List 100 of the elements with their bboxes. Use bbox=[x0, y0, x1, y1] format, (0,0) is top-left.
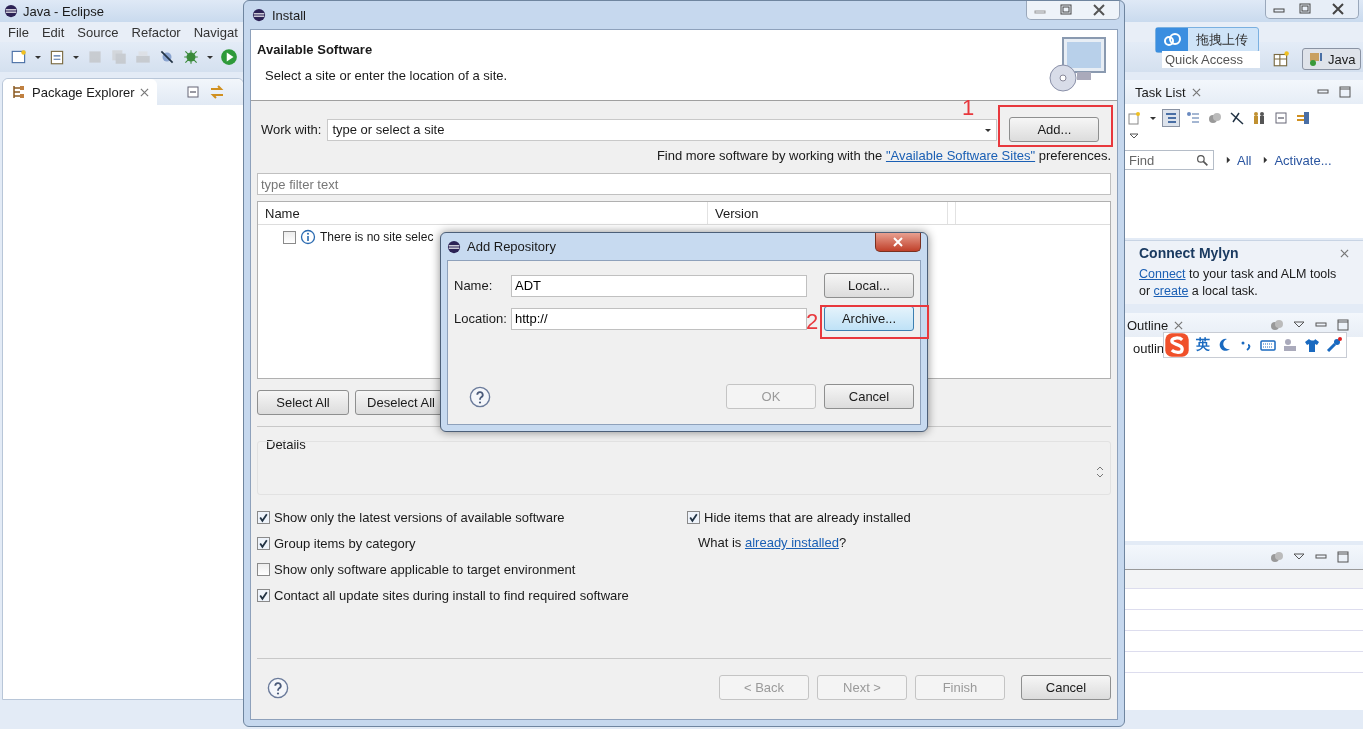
menu-item[interactable]: Edit bbox=[41, 24, 65, 40]
dialog-heading: Available Software bbox=[257, 42, 374, 57]
quick-access-field[interactable]: Quick Access bbox=[1162, 51, 1260, 68]
dialog-subtitle: Select a site or enter the location of a site. bbox=[264, 68, 508, 83]
expand-triangle-icon bbox=[1226, 156, 1231, 164]
computer-cd-icon bbox=[1047, 34, 1107, 94]
option-label: Group items by category bbox=[274, 535, 416, 551]
java-perspective-icon bbox=[1308, 51, 1324, 67]
field-label: Name: bbox=[454, 278, 494, 293]
field-label: Location: bbox=[454, 311, 504, 326]
option-checkbox[interactable] bbox=[257, 562, 270, 576]
ime-language-toggle[interactable]: 英 bbox=[1196, 336, 1210, 354]
outline-message: outlin bbox=[1133, 341, 1165, 356]
task-filter-link[interactable]: All bbox=[1237, 152, 1252, 168]
categorized-list-icon[interactable] bbox=[1163, 110, 1179, 126]
close-button[interactable] bbox=[875, 233, 921, 252]
keyboard-icon[interactable] bbox=[1260, 337, 1276, 353]
sync-icon[interactable] bbox=[1269, 317, 1285, 333]
scheduled-list-icon[interactable] bbox=[1185, 110, 1201, 126]
dropdown-caret-icon[interactable] bbox=[34, 53, 42, 61]
find-field[interactable]: Find bbox=[1125, 150, 1214, 170]
collapse-all-icon[interactable] bbox=[184, 84, 201, 100]
already-installed-text: What is already installed? bbox=[697, 535, 848, 551]
close-icon[interactable] bbox=[1340, 248, 1349, 258]
step-number: 1 bbox=[962, 95, 975, 121]
close-icon[interactable] bbox=[1174, 320, 1184, 330]
browse-button[interactable]: Local... bbox=[824, 273, 914, 298]
connect-mylyn-heading: Connect Mylyn bbox=[1139, 245, 1239, 261]
option-checkbox[interactable] bbox=[687, 510, 700, 524]
expand-triangle-icon bbox=[1263, 156, 1269, 164]
text-link[interactable]: Connect bbox=[1139, 267, 1186, 281]
dropdown-caret-icon[interactable] bbox=[72, 53, 80, 61]
people-icon[interactable] bbox=[1251, 110, 1267, 126]
java-perspective-button[interactable]: Java bbox=[1302, 48, 1362, 70]
shirt-icon[interactable] bbox=[1304, 337, 1320, 353]
filter-field[interactable]: type filter text bbox=[257, 173, 1111, 195]
ime-logo-icon[interactable] bbox=[1164, 332, 1190, 358]
task-list-tab[interactable]: Task List bbox=[1135, 84, 1186, 100]
bug-icon[interactable] bbox=[182, 48, 200, 66]
close-icon bbox=[893, 237, 903, 247]
maximize-icon[interactable] bbox=[1335, 317, 1351, 333]
collapse-all-icon[interactable] bbox=[1273, 110, 1289, 126]
upload-button[interactable]: 拖拽上传 bbox=[1155, 27, 1259, 53]
cloud-icon bbox=[1156, 28, 1188, 52]
maximize-icon[interactable] bbox=[1335, 549, 1351, 565]
new-class-icon[interactable] bbox=[48, 48, 66, 66]
close-icon[interactable] bbox=[1191, 87, 1201, 97]
already-installed-link[interactable]: already installed bbox=[744, 535, 839, 550]
help-icon[interactable] bbox=[267, 676, 289, 699]
new-file-icon[interactable] bbox=[10, 48, 28, 66]
menu-item[interactable]: Navigat bbox=[193, 24, 238, 40]
column-header[interactable]: Version bbox=[708, 202, 948, 224]
dialog-button[interactable]: Cancel bbox=[824, 384, 914, 409]
menu-item[interactable]: Refactor bbox=[131, 24, 181, 40]
view-menu-icon[interactable] bbox=[1129, 132, 1139, 140]
open-perspective-icon[interactable] bbox=[1272, 50, 1290, 68]
search-icon bbox=[1196, 153, 1209, 167]
skip-breakpoints-icon[interactable] bbox=[158, 48, 176, 66]
text-field[interactable]: ADT bbox=[511, 274, 807, 297]
dropdown-caret-icon[interactable] bbox=[1149, 114, 1157, 122]
run-icon[interactable] bbox=[220, 48, 238, 66]
menu-item[interactable]: File bbox=[8, 24, 29, 40]
text-link[interactable]: create bbox=[1153, 284, 1189, 298]
work-with-label: Work with: bbox=[261, 122, 322, 137]
option-label: Hide items that are already installed bbox=[704, 509, 911, 525]
table-cell: There is no site selec bbox=[320, 230, 434, 244]
eclipse-logo-icon bbox=[447, 239, 461, 254]
select-button[interactable]: Select All bbox=[257, 390, 349, 415]
scroll-arrows-icon[interactable] bbox=[1096, 465, 1104, 479]
help-icon[interactable] bbox=[469, 385, 491, 408]
option-label: Show only software applicable to target environment bbox=[274, 561, 576, 577]
dialog-title: Install bbox=[272, 7, 306, 23]
option-checkbox[interactable] bbox=[257, 510, 270, 524]
text-field[interactable]: http:// bbox=[511, 307, 807, 330]
package-explorer-tab[interactable]: Package Explorer bbox=[3, 79, 157, 105]
browse-button[interactable]: Archive... bbox=[824, 306, 914, 331]
row-checkbox[interactable] bbox=[283, 230, 296, 244]
available-sites-link[interactable]: "Available Software Sites" bbox=[885, 148, 1036, 163]
wrench-icon[interactable] bbox=[1326, 337, 1342, 353]
menu-item[interactable]: Source bbox=[77, 24, 119, 40]
option-label: Show only the latest versions of available software bbox=[274, 509, 565, 525]
eclipse-logo-icon bbox=[252, 8, 266, 22]
column-header[interactable]: Name bbox=[258, 202, 708, 224]
wizard-button[interactable]: Cancel bbox=[1021, 675, 1111, 700]
close-icon[interactable] bbox=[139, 87, 149, 97]
maximize-icon[interactable] bbox=[1337, 84, 1353, 100]
step-number: 2 bbox=[806, 309, 819, 335]
option-checkbox[interactable] bbox=[257, 588, 270, 602]
dropdown-caret-icon[interactable] bbox=[206, 53, 214, 61]
package-icon bbox=[11, 84, 27, 100]
sync-icon[interactable] bbox=[1269, 549, 1285, 565]
connect-mylyn-text: Connect to your task and ALM tools or create a local task. bbox=[1139, 266, 1338, 300]
option-checkbox[interactable] bbox=[257, 536, 270, 550]
outline-tab[interactable]: Outline bbox=[1121, 317, 1169, 333]
task-filter-link[interactable]: Activate... bbox=[1274, 152, 1332, 168]
dialog-title: Add Repository bbox=[467, 239, 556, 254]
eclipse-logo-icon bbox=[4, 4, 18, 18]
add-button[interactable]: Add... bbox=[1009, 117, 1100, 142]
site-combo-box[interactable]: type or select a site bbox=[327, 118, 998, 141]
sync-icon[interactable] bbox=[1207, 110, 1223, 126]
